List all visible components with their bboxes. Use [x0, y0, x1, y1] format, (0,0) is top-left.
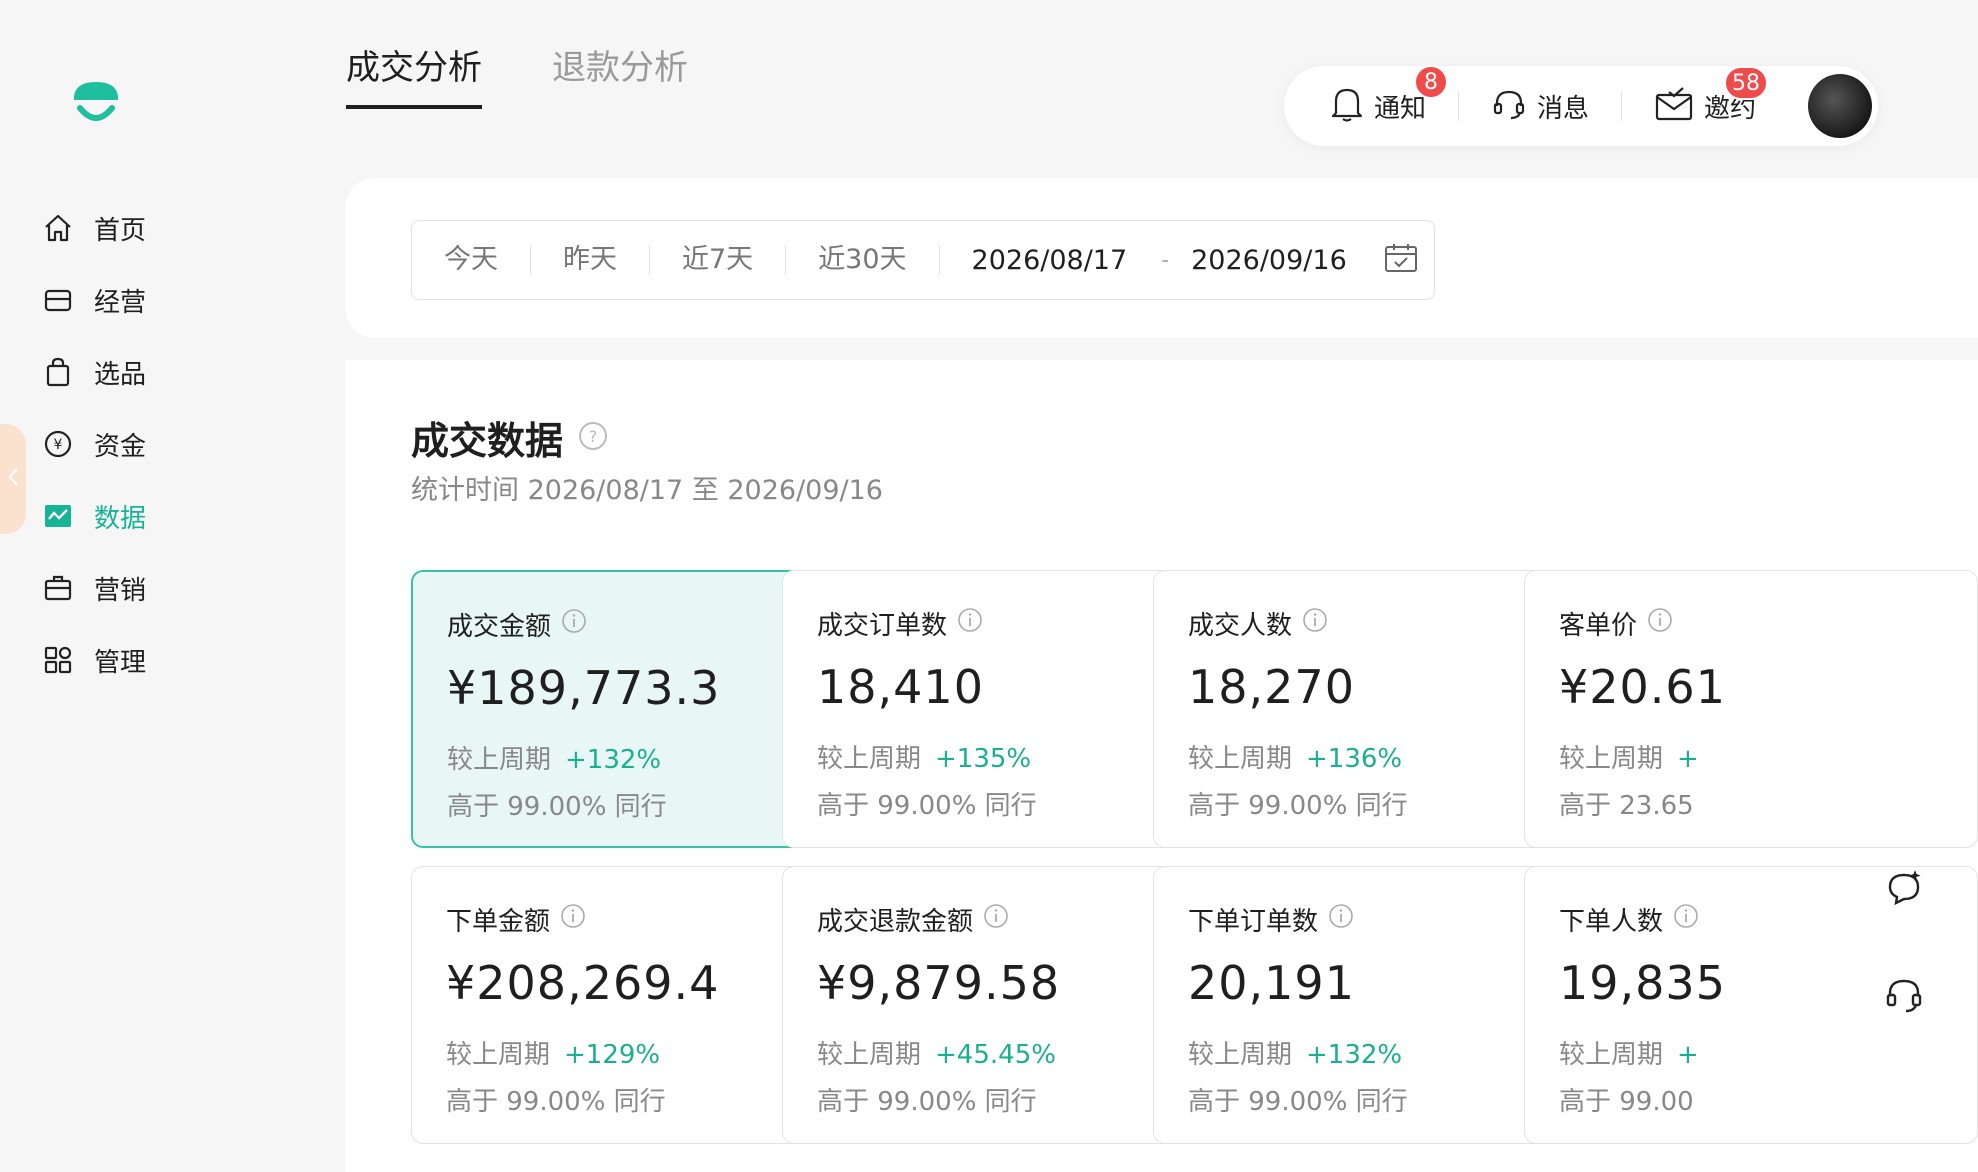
- info-icon[interactable]: [957, 607, 983, 640]
- avatar[interactable]: [1808, 74, 1872, 138]
- date-filter-panel: 今天 昨天 近7天 近30天 2026/08/17 - 2026/09/16: [345, 178, 1978, 338]
- tab-deal-analysis[interactable]: 成交分析: [346, 40, 482, 109]
- peer-rank: 高于 23.65: [1559, 791, 1694, 821]
- date-separator: -: [1161, 247, 1170, 273]
- invite-badge: 58: [1724, 66, 1769, 100]
- message-button[interactable]: 消息: [1491, 86, 1589, 126]
- date-filter: 今天 昨天 近7天 近30天 2026/08/17 - 2026/09/16: [411, 220, 1435, 300]
- card-title: 下单人数: [1559, 907, 1664, 937]
- metric-card[interactable]: 客单价 ¥20.61 较上周期 + 高于 23.65: [1524, 570, 1978, 848]
- card-value: ¥20.61: [1559, 660, 1726, 714]
- card-title: 下单订单数: [1188, 907, 1319, 937]
- notify-button[interactable]: 通知 8: [1330, 65, 1448, 127]
- divider: [1621, 91, 1623, 121]
- delta-value: +132%: [1306, 1040, 1403, 1070]
- svg-text:¥: ¥: [54, 437, 63, 453]
- customer-service-button[interactable]: [1879, 972, 1929, 1022]
- grid-icon: [40, 642, 76, 678]
- sidebar-collapse-button[interactable]: [0, 424, 26, 534]
- chat-sparkle-icon: [1882, 867, 1926, 915]
- delta-value: +: [1677, 1040, 1699, 1070]
- card-title: 成交金额: [447, 612, 552, 642]
- tab-refund-analysis[interactable]: 退款分析: [552, 40, 688, 109]
- logo-icon[interactable]: [66, 74, 126, 134]
- compare-label: 较上周期: [446, 1040, 551, 1070]
- card-title: 客单价: [1559, 611, 1638, 641]
- envelope-check-icon: [1654, 86, 1694, 126]
- divider: [1458, 91, 1460, 121]
- sidebar-nav: 首页 经营 选品 ¥ 资金 数据 营销 管理: [40, 204, 146, 708]
- quick-range-30days[interactable]: 近30天: [786, 245, 940, 275]
- delta-value: +129%: [564, 1040, 661, 1070]
- sidebar-item-selection[interactable]: 选品: [40, 348, 146, 396]
- card-title: 下单金额: [446, 907, 551, 937]
- sidebar-item-label: 管理: [94, 647, 147, 678]
- info-icon[interactable]: [1302, 607, 1328, 640]
- delta-value: +: [1677, 744, 1699, 774]
- delta-value: +132%: [565, 745, 662, 775]
- briefcase-icon: [40, 570, 76, 606]
- compare-label: 较上周期: [1188, 744, 1293, 774]
- help-icon[interactable]: ?: [577, 420, 609, 456]
- svg-text:?: ?: [589, 427, 598, 446]
- chart-icon: [40, 498, 76, 534]
- analysis-tabs: 成交分析 退款分析: [346, 40, 758, 109]
- info-icon[interactable]: [1673, 903, 1699, 936]
- bell-icon: [1330, 85, 1364, 127]
- info-icon[interactable]: [983, 903, 1009, 936]
- quick-range-today[interactable]: 今天: [412, 245, 531, 275]
- sidebar: 首页 经营 选品 ¥ 资金 数据 营销 管理: [0, 0, 345, 1172]
- quick-range-7days[interactable]: 近7天: [650, 245, 787, 275]
- sidebar-item-data[interactable]: 数据: [40, 492, 146, 540]
- quick-range-yesterday[interactable]: 昨天: [531, 245, 650, 275]
- chevron-left-icon: [7, 467, 19, 492]
- compare-label: 较上周期: [447, 745, 552, 775]
- sidebar-item-home[interactable]: 首页: [40, 204, 146, 252]
- top-toolbar: 通知 8 消息 邀约 58: [1284, 65, 1878, 146]
- sidebar-item-label: 营销: [94, 575, 147, 606]
- sidebar-item-label: 数据: [94, 503, 147, 534]
- sidebar-item-marketing[interactable]: 营销: [40, 564, 146, 612]
- compare-label: 较上周期: [817, 744, 922, 774]
- info-icon[interactable]: [561, 608, 587, 641]
- stat-period: 统计时间 2026/08/17 至 2026/09/16: [411, 475, 883, 506]
- sidebar-item-funds[interactable]: ¥ 资金: [40, 420, 146, 468]
- invite-button[interactable]: 邀约 58: [1654, 66, 1769, 126]
- ai-chat-button[interactable]: [1879, 866, 1929, 916]
- info-icon[interactable]: [560, 903, 586, 936]
- delta-value: +45.45%: [935, 1040, 1056, 1070]
- peer-rank: 高于 99.00: [1559, 1087, 1694, 1117]
- card-title: 成交退款金额: [817, 907, 974, 937]
- message-label: 消息: [1537, 93, 1590, 124]
- start-date-input[interactable]: 2026/08/17: [972, 245, 1128, 276]
- sidebar-item-label: 经营: [94, 287, 147, 318]
- sidebar-item-business[interactable]: 经营: [40, 276, 146, 324]
- info-icon[interactable]: [1647, 607, 1673, 640]
- delta-value: +136%: [1306, 744, 1403, 774]
- bag-icon: [40, 354, 76, 390]
- calendar-icon[interactable]: [1383, 242, 1419, 278]
- sidebar-item-label: 首页: [94, 215, 147, 246]
- delta-value: +135%: [935, 744, 1032, 774]
- notify-badge: 8: [1414, 65, 1448, 99]
- headset-icon: [1882, 973, 1926, 1021]
- end-date-input[interactable]: 2026/09/16: [1191, 245, 1347, 276]
- store-icon: [40, 282, 76, 318]
- compare-label: 较上周期: [817, 1040, 922, 1070]
- sidebar-item-label: 资金: [94, 431, 147, 462]
- sidebar-item-label: 选品: [94, 359, 147, 390]
- card-title: 成交人数: [1188, 611, 1293, 641]
- compare-label: 较上周期: [1559, 1040, 1664, 1070]
- compare-label: 较上周期: [1559, 744, 1664, 774]
- compare-label: 较上周期: [1188, 1040, 1293, 1070]
- yuan-icon: ¥: [40, 426, 76, 462]
- headset-icon: [1491, 86, 1527, 126]
- section-title: 成交数据 ?: [411, 410, 609, 465]
- sidebar-item-manage[interactable]: 管理: [40, 636, 146, 684]
- card-title: 成交订单数: [817, 611, 948, 641]
- home-icon: [40, 210, 76, 246]
- deal-data-section: 成交数据 ? 统计时间 2026/08/17 至 2026/09/16 成交金额…: [345, 360, 1978, 1172]
- section-title-text: 成交数据: [411, 419, 564, 463]
- info-icon[interactable]: [1328, 903, 1354, 936]
